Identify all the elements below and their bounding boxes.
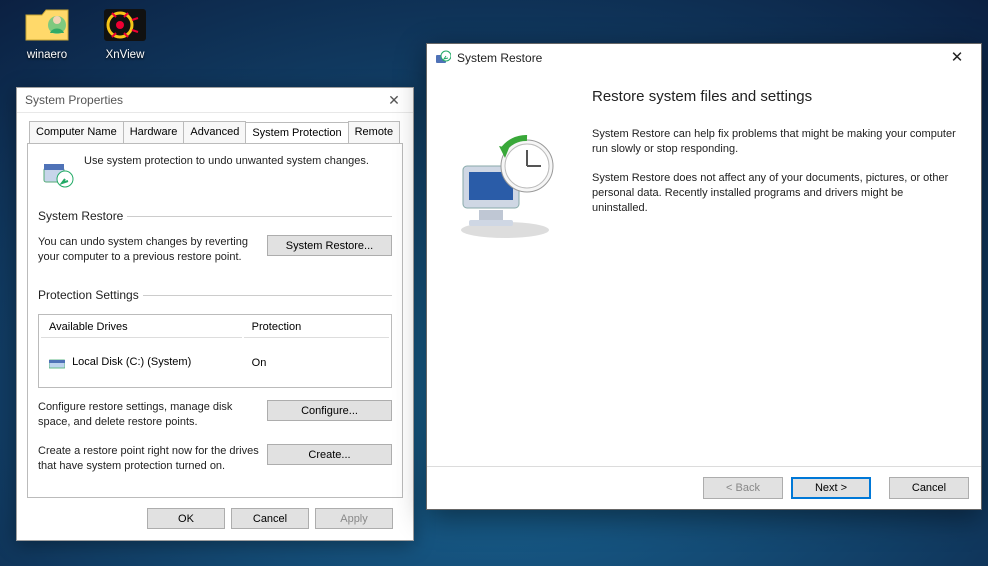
desktop-icon-xnview[interactable]: XnView <box>90 3 160 61</box>
tabs: Computer Name Hardware Advanced System P… <box>27 121 403 143</box>
create-desc: Create a restore point right now for the… <box>38 444 259 474</box>
window-titlebar[interactable]: System Restore ✕ <box>427 44 981 72</box>
system-properties-window: System Properties ✕ Computer Name Hardwa… <box>16 87 414 541</box>
next-button[interactable]: Next > <box>791 477 871 499</box>
system-restore-wizard-window: System Restore ✕ Restore system files an… <box>426 43 982 510</box>
table-row[interactable]: Local Disk (C:) (System) On <box>41 340 389 385</box>
tab-computer-name[interactable]: Computer Name <box>29 121 124 143</box>
window-title: System Properties <box>25 93 123 107</box>
create-button[interactable]: Create... <box>267 444 392 465</box>
wizard-paragraph: System Restore can help fix problems tha… <box>592 127 961 157</box>
cancel-button[interactable]: Cancel <box>231 508 309 529</box>
tab-hardware[interactable]: Hardware <box>123 121 185 143</box>
desktop-icon-label: XnView <box>90 49 160 61</box>
drive-icon <box>49 357 65 369</box>
tab-panel-system-protection: Use system protection to undo unwanted s… <box>27 143 403 498</box>
window-title: System Restore <box>457 44 542 72</box>
desktop-icon-winaero[interactable]: winaero <box>12 3 82 61</box>
wizard-side-graphic <box>427 72 582 466</box>
tab-remote[interactable]: Remote <box>348 121 401 143</box>
tab-system-protection[interactable]: System Protection <box>245 122 348 144</box>
wizard-heading: Restore system files and settings <box>592 88 961 105</box>
intro-text: Use system protection to undo unwanted s… <box>84 154 369 169</box>
restore-desc: You can undo system changes by reverting… <box>38 235 259 265</box>
configure-desc: Configure restore settings, manage disk … <box>38 400 259 430</box>
wizard-paragraph: System Restore does not affect any of yo… <box>592 171 961 216</box>
drives-header-protection: Protection <box>244 317 389 338</box>
ok-button[interactable]: OK <box>147 508 225 529</box>
system-restore-button[interactable]: System Restore... <box>267 235 392 256</box>
folder-icon <box>24 3 70 45</box>
section-title-protection: Protection Settings <box>38 288 143 302</box>
tab-advanced[interactable]: Advanced <box>183 121 246 143</box>
configure-button[interactable]: Configure... <box>267 400 392 421</box>
cancel-button[interactable]: Cancel <box>889 477 969 499</box>
desktop-icon-label: winaero <box>12 49 82 61</box>
drive-protection: On <box>244 340 389 385</box>
apply-button[interactable]: Apply <box>315 508 393 529</box>
back-button[interactable]: < Back <box>703 477 783 499</box>
restore-icon <box>435 50 451 66</box>
shield-icon <box>38 154 76 190</box>
close-icon[interactable]: ✕ <box>939 44 975 72</box>
xnview-icon <box>102 3 148 45</box>
window-titlebar[interactable]: System Properties ✕ <box>17 88 413 113</box>
drives-table[interactable]: Available Drives Protection Local Disk (… <box>38 314 392 388</box>
drive-name: Local Disk (C:) (System) <box>72 356 191 368</box>
close-icon[interactable]: ✕ <box>379 88 409 113</box>
drives-header-drive: Available Drives <box>41 317 242 338</box>
section-title-restore: System Restore <box>38 209 127 223</box>
